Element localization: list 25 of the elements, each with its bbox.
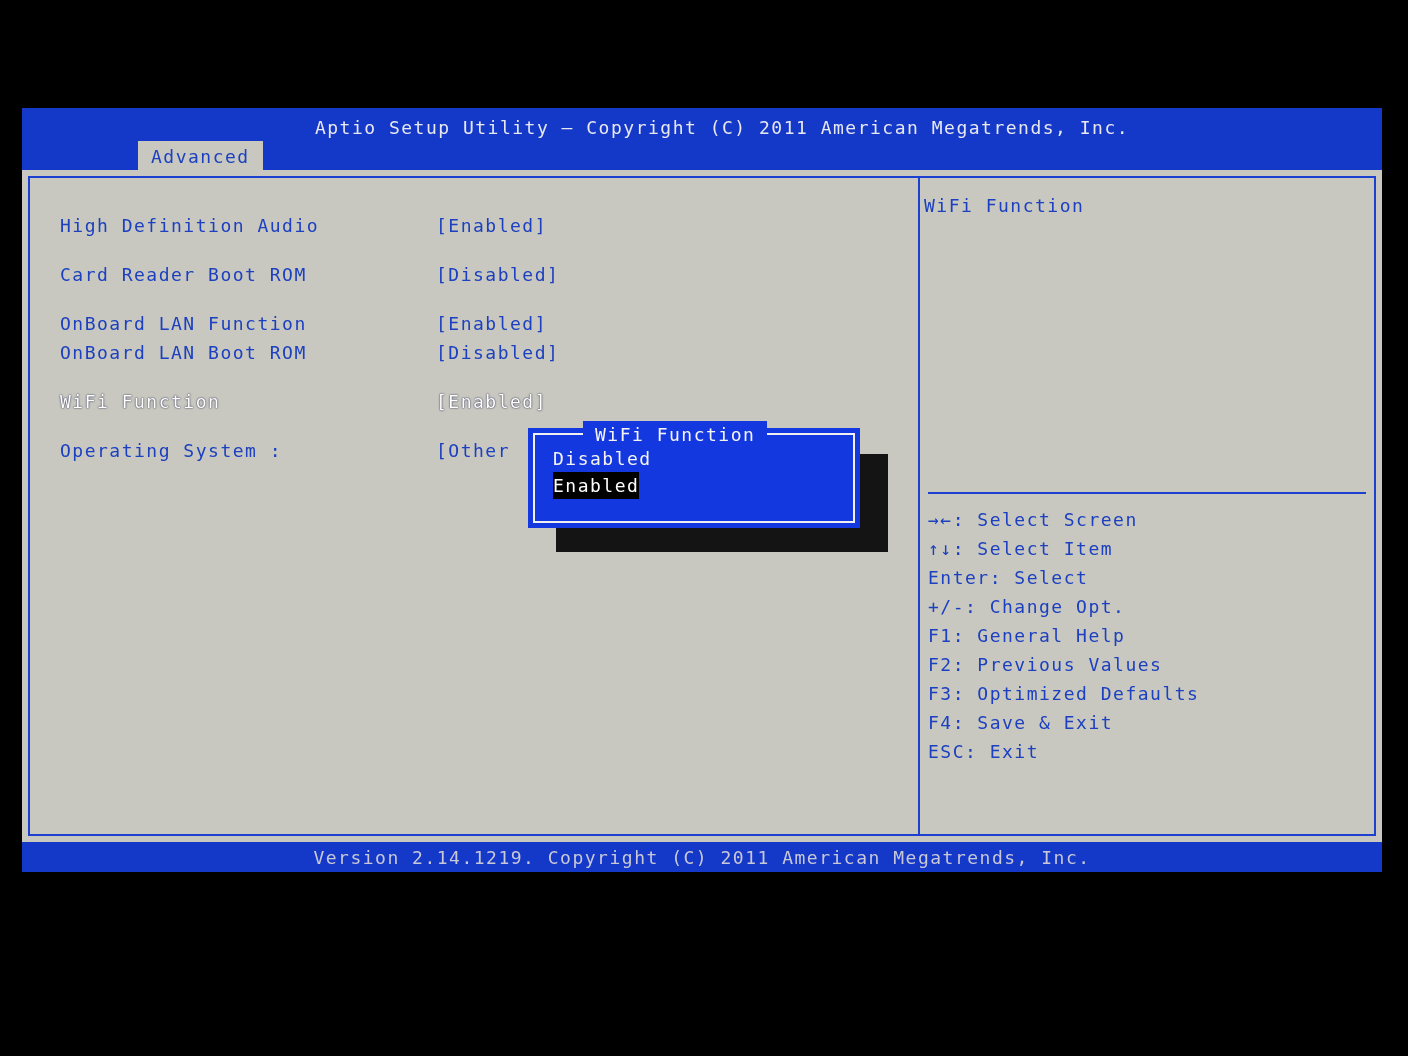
footer-text: Version 2.14.1219. Copyright (C) 2011 American Megatrends, Inc. (313, 845, 1091, 870)
popup-option[interactable]: Enabled (553, 472, 640, 499)
key-hint: F2: Previous Values (928, 653, 1164, 677)
setting-label[interactable]: Operating System : (60, 437, 436, 464)
menu-tab[interactable]: Advanced (138, 141, 263, 170)
setting-label[interactable]: High Definition Audio (60, 212, 436, 239)
setting-label[interactable]: Card Reader Boot ROM (60, 261, 436, 288)
setting-label[interactable]: OnBoard LAN Function (60, 310, 436, 337)
window-title: Aptio Setup Utility – Copyright (C) 2011 American Megatrends, Inc. (313, 116, 1130, 140)
key-hint: F4: Save & Exit (928, 711, 1115, 735)
setting-value[interactable]: [Other (436, 437, 511, 464)
key-hint: →←: Select Screen (928, 508, 1139, 532)
setting-label[interactable]: OnBoard LAN Boot ROM (60, 339, 436, 366)
key-hint: ESC: Exit (928, 740, 1041, 764)
key-hint: ↑↓: Select Item (928, 537, 1115, 561)
setting-value[interactable]: [Enabled] (436, 310, 548, 337)
key-hint: F3: Optimized Defaults (928, 682, 1201, 706)
key-hint: Enter: Select (928, 566, 1090, 590)
help-title: WiFi Function (923, 194, 1086, 218)
setting-value[interactable]: [Disabled] (436, 261, 560, 288)
popup-option[interactable]: Disabled (553, 445, 652, 472)
key-hint: F1: General Help (928, 624, 1127, 648)
setting-value[interactable]: [Enabled] (436, 212, 548, 239)
key-hint: +/-: Change Opt. (928, 595, 1127, 619)
setting-value[interactable]: [Disabled] (436, 339, 560, 366)
